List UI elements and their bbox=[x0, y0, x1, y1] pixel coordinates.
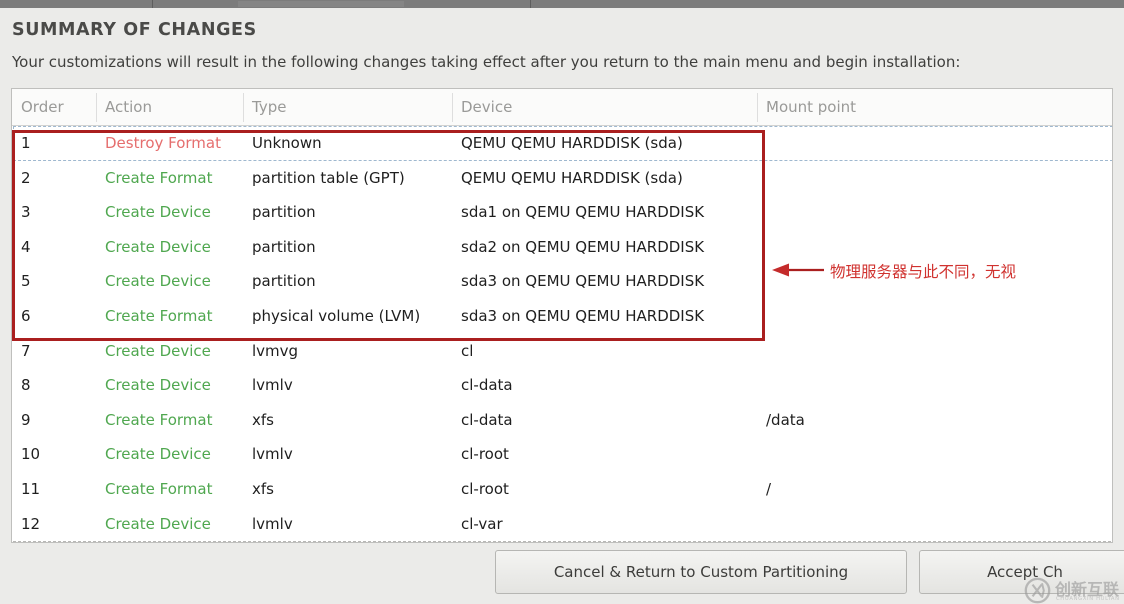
cell-action: Create Format bbox=[105, 306, 213, 325]
cell-device: sda3 on QEMU QEMU HARDDISK bbox=[461, 272, 705, 291]
changes-table: Order Action Type Device Mount point 1 De… bbox=[11, 88, 1113, 543]
cell-action: Create Device bbox=[105, 514, 211, 533]
table-focus-outline-bottom bbox=[13, 541, 1111, 542]
table-header-row: Order Action Type Device Mount point bbox=[12, 89, 1112, 126]
page-title: SUMMARY OF CHANGES bbox=[12, 20, 257, 40]
cell-action: Destroy Format bbox=[105, 134, 221, 152]
cell-device: cl-data bbox=[461, 410, 513, 429]
cell-mount-point bbox=[757, 126, 1112, 161]
table-row[interactable]: 9 Create Format xfs cl-data/data bbox=[12, 403, 1112, 438]
column-header-mount-point[interactable]: Mount point bbox=[757, 89, 1112, 126]
cell-order: 3 bbox=[21, 203, 31, 222]
cell-action: Create Format bbox=[105, 479, 213, 498]
cell-mount-point bbox=[757, 299, 1112, 334]
cell-device: sda2 on QEMU QEMU HARDDISK bbox=[461, 237, 705, 256]
screen-root: SUMMARY OF CHANGES Your customizations w… bbox=[0, 0, 1124, 604]
cell-type: physical volume (LVM) bbox=[252, 306, 421, 325]
cell-action: Create Format bbox=[105, 168, 213, 187]
cell-order: 5 bbox=[21, 272, 31, 291]
window-chrome-strip bbox=[0, 0, 1124, 8]
cell-device: cl-data bbox=[461, 376, 513, 395]
column-header-order[interactable]: Order bbox=[12, 89, 96, 126]
cell-device: cl-var bbox=[461, 514, 503, 533]
cell-action: Create Device bbox=[105, 376, 211, 395]
table-row[interactable]: 12 Create Device lvmlv cl-var bbox=[12, 507, 1112, 542]
table-body: 1 Destroy Format Unknown QEMU QEMU HARDDISK… bbox=[12, 126, 1112, 541]
table-row[interactable]: 10 Create Device lvmlv cl-root bbox=[12, 437, 1112, 472]
cell-mount-point bbox=[757, 368, 1112, 403]
cell-action: Create Device bbox=[105, 341, 211, 360]
cell-mount-point bbox=[757, 507, 1112, 542]
cell-mount-point bbox=[757, 195, 1112, 230]
cell-order: 6 bbox=[21, 306, 31, 325]
cell-type: lvmlv bbox=[252, 514, 293, 533]
cell-order: 10 bbox=[21, 445, 41, 464]
cell-type: lvmlv bbox=[252, 376, 293, 395]
table-row[interactable]: 8 Create Device lvmlv cl-data bbox=[12, 368, 1112, 403]
cell-device: sda1 on QEMU QEMU HARDDISK bbox=[461, 203, 705, 222]
cell-device: cl-root bbox=[461, 479, 509, 498]
summary-of-changes-dialog: SUMMARY OF CHANGES Your customizations w… bbox=[0, 8, 1124, 604]
cell-action: Create Format bbox=[105, 410, 213, 429]
column-header-action[interactable]: Action bbox=[96, 89, 243, 126]
table-row[interactable]: 1 Destroy Format Unknown QEMU QEMU HARDDISK… bbox=[12, 126, 1112, 161]
cell-order: 4 bbox=[21, 237, 31, 256]
cell-device: cl bbox=[461, 341, 474, 360]
cell-mount-point bbox=[757, 437, 1112, 472]
cell-order: 9 bbox=[21, 410, 31, 429]
table-row[interactable]: 6 Create Format physical volume (LVM) sda3 … bbox=[12, 299, 1112, 334]
cell-mount-point: / bbox=[766, 479, 772, 498]
cell-device: QEMU QEMU HARDDISK (sda) bbox=[461, 134, 683, 152]
cell-mount-point bbox=[757, 334, 1112, 369]
column-header-type[interactable]: Type bbox=[243, 89, 452, 126]
column-header-device[interactable]: Device bbox=[452, 89, 757, 126]
cell-type: partition bbox=[252, 272, 316, 291]
page-description: Your customizations will result in the f… bbox=[12, 53, 961, 71]
cell-type: xfs bbox=[252, 410, 274, 429]
table-row[interactable]: 7 Create Device lvmvg cl bbox=[12, 334, 1112, 369]
cell-type: partition bbox=[252, 203, 316, 222]
cell-device: cl-root bbox=[461, 445, 509, 464]
cell-action: Create Device bbox=[105, 237, 211, 256]
table-row[interactable]: 2 Create Format partition table (GPT) QEMU … bbox=[12, 161, 1112, 196]
table-row[interactable]: 3 Create Device partition sda1 on QEMU QEMU… bbox=[12, 195, 1112, 230]
cell-type: Unknown bbox=[252, 134, 322, 152]
cell-type: partition bbox=[252, 237, 316, 256]
cell-mount-point: /data bbox=[766, 410, 805, 429]
table-row[interactable]: 11 Create Format xfs cl-root / bbox=[12, 472, 1112, 507]
accept-changes-button[interactable]: Accept Ch bbox=[919, 550, 1124, 594]
cell-action: Create Device bbox=[105, 272, 211, 291]
cell-order: 7 bbox=[21, 341, 31, 360]
cell-type: partition table (GPT) bbox=[252, 168, 405, 187]
cell-type: lvmvg bbox=[252, 341, 299, 360]
cell-type: xfs bbox=[252, 479, 274, 498]
cell-action: Create Device bbox=[105, 203, 211, 222]
annotation-text: 物理服务器与此不同，无视 bbox=[830, 263, 1017, 281]
cell-mount-point bbox=[757, 161, 1112, 196]
cell-action: Create Device bbox=[105, 445, 211, 464]
cell-order: 8 bbox=[21, 376, 31, 395]
cell-type: lvmlv bbox=[252, 445, 293, 464]
watermark-text-pinyin: CHUANGXIN HULIAN bbox=[1056, 596, 1120, 602]
cell-order: 11 bbox=[21, 479, 41, 498]
cell-order: 2 bbox=[21, 168, 31, 187]
cell-device: QEMU QEMU HARDDISK (sda) bbox=[461, 168, 683, 187]
cell-order: 12 bbox=[21, 514, 41, 533]
cell-device: sda3 on QEMU QEMU HARDDISK bbox=[461, 306, 705, 325]
cancel-return-to-custom-partitioning-button[interactable]: Cancel & Return to Custom Partitioning bbox=[495, 550, 907, 594]
cell-order: 1 bbox=[21, 134, 31, 152]
